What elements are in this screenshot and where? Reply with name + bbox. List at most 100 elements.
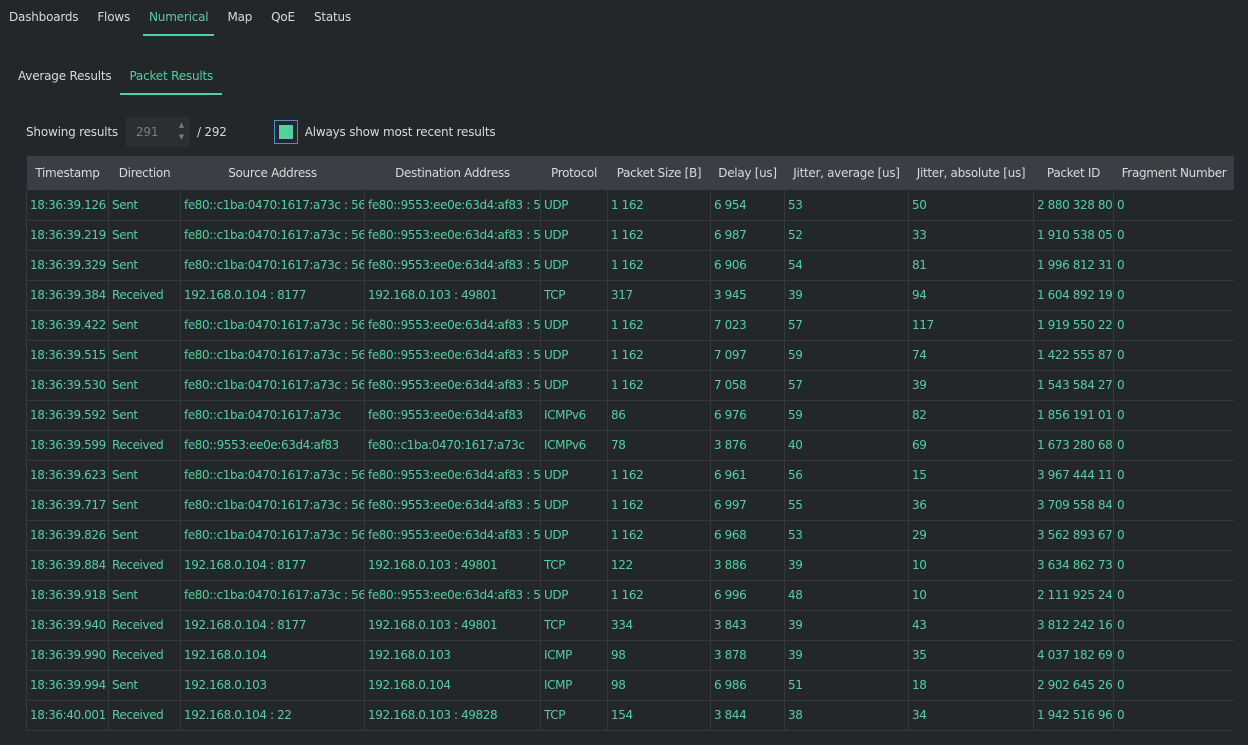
cell-packet-id: 1 942 516 962: [1033, 699, 1114, 731]
column-header-jitter-average[interactable]: Jitter, average [us]: [784, 156, 909, 190]
cell-fragment-number: 0: [1113, 699, 1234, 731]
table-row[interactable]: 18:36:39.599 Received fe80::9553:ee0e:63d4…: [26, 429, 1234, 461]
table-row[interactable]: 18:36:39.592 Sent fe80::c1ba:0470:1617:a73…: [26, 399, 1234, 431]
table-row[interactable]: 18:36:39.918 Sent fe80::c1ba:0470:1617:a73…: [26, 579, 1234, 611]
cell-delay: 6 906: [710, 249, 785, 281]
table-row[interactable]: 18:36:39.219 Sent fe80::c1ba:0470:1617:a73…: [26, 219, 1234, 251]
cell-destination-address: fe80::9553:ee0e:63d4:af83 : 5201: [364, 489, 541, 521]
table-row[interactable]: 18:36:39.940 Received 192.168.0.104 : 8177…: [26, 609, 1234, 641]
spin-up-icon[interactable]: ▲: [179, 119, 184, 131]
cell-packet-size: 1 162: [607, 249, 711, 281]
cell-jitter-average: 39: [784, 609, 909, 641]
table-row[interactable]: 18:36:39.623 Sent fe80::c1ba:0470:1617:a73…: [26, 459, 1234, 491]
cell-source-address: fe80::c1ba:0470:1617:a73c : 56761: [180, 459, 365, 491]
cell-direction: Sent: [108, 489, 181, 521]
table-row[interactable]: 18:36:39.329 Sent fe80::c1ba:0470:1617:a73…: [26, 249, 1234, 281]
tab-qoe[interactable]: QoE: [265, 0, 301, 36]
table-row[interactable]: 18:36:39.515 Sent fe80::c1ba:0470:1617:a73…: [26, 339, 1234, 371]
cell-fragment-number: 0: [1113, 459, 1234, 491]
results-controls: Showing results 291 ▲ ▼ / 292 Always sho…: [26, 117, 496, 147]
tab-packet-results[interactable]: Packet Results: [120, 61, 222, 95]
table-row[interactable]: 18:36:39.384 Received 192.168.0.104 : 8177…: [26, 279, 1234, 311]
cell-direction: Received: [108, 429, 181, 461]
main-nav: Dashboards Flows Numerical Map QoE Statu…: [0, 0, 1248, 36]
tab-numerical[interactable]: Numerical: [143, 0, 215, 36]
cell-direction: Sent: [108, 399, 181, 431]
tab-average-results[interactable]: Average Results: [9, 61, 120, 95]
cell-protocol: ICMP: [540, 639, 608, 671]
cell-direction: Sent: [108, 249, 181, 281]
table-row[interactable]: 18:36:39.826 Sent fe80::c1ba:0470:1617:a73…: [26, 519, 1234, 551]
cell-timestamp: 18:36:39.515: [26, 339, 109, 371]
cell-jitter-average: 51: [784, 669, 909, 701]
cell-source-address: fe80::c1ba:0470:1617:a73c : 56761: [180, 190, 365, 221]
table-row[interactable]: 18:36:39.994 Sent 192.168.0.103 192.168.0.1…: [26, 669, 1234, 701]
column-header-source-address[interactable]: Source Address: [180, 156, 365, 190]
tab-flows[interactable]: Flows: [91, 0, 136, 36]
cell-jitter-average: 55: [784, 489, 909, 521]
tab-dashboards[interactable]: Dashboards: [3, 0, 84, 36]
cell-source-address: fe80::c1ba:0470:1617:a73c : 56761: [180, 309, 365, 341]
table-row[interactable]: 18:36:39.884 Received 192.168.0.104 : 8177…: [26, 549, 1234, 581]
cell-destination-address: fe80::9553:ee0e:63d4:af83 : 5201: [364, 339, 541, 371]
cell-destination-address: 192.168.0.103 : 49828: [364, 699, 541, 731]
always-recent-label[interactable]: Always show most recent results: [305, 125, 496, 139]
cell-fragment-number: 0: [1113, 249, 1234, 281]
cell-packet-size: 334: [607, 609, 711, 641]
spin-down-icon[interactable]: ▼: [179, 131, 184, 143]
cell-delay: 3 844: [710, 699, 785, 731]
cell-delay: 6 996: [710, 579, 785, 611]
table-row[interactable]: 18:36:39.126 Sent fe80::c1ba:0470:1617:a73…: [26, 190, 1234, 221]
cell-jitter-absolute: 33: [908, 219, 1034, 251]
column-header-delay[interactable]: Delay [us]: [710, 156, 785, 190]
cell-source-address: fe80::c1ba:0470:1617:a73c : 56761: [180, 519, 365, 551]
cell-jitter-absolute: 82: [908, 399, 1034, 431]
cell-delay: 6 986: [710, 669, 785, 701]
table-row[interactable]: 18:36:40.001 Received 192.168.0.104 : 22 19…: [26, 699, 1234, 731]
column-header-timestamp[interactable]: Timestamp: [26, 156, 109, 190]
results-spinbox[interactable]: 291 ▲ ▼: [125, 117, 190, 147]
cell-fragment-number: 0: [1113, 219, 1234, 251]
cell-fragment-number: 0: [1113, 489, 1234, 521]
tab-map[interactable]: Map: [221, 0, 258, 36]
cell-jitter-average: 39: [784, 639, 909, 671]
results-subnav: Average Results Packet Results: [9, 61, 222, 95]
column-header-destination-address[interactable]: Destination Address: [364, 156, 541, 190]
cell-direction: Sent: [108, 579, 181, 611]
cell-protocol: TCP: [540, 549, 608, 581]
column-header-fragment-number[interactable]: Fragment Number: [1113, 156, 1234, 190]
results-spinbox-value[interactable]: 291: [126, 125, 170, 139]
cell-timestamp: 18:36:39.994: [26, 669, 109, 701]
always-recent-checkbox[interactable]: [273, 120, 298, 144]
column-header-protocol[interactable]: Protocol: [540, 156, 608, 190]
cell-packet-id: 3 967 444 118: [1033, 459, 1114, 491]
cell-delay: 6 997: [710, 489, 785, 521]
column-header-jitter-absolute[interactable]: Jitter, absolute [us]: [908, 156, 1034, 190]
cell-jitter-absolute: 36: [908, 489, 1034, 521]
cell-delay: 3 945: [710, 279, 785, 311]
table-row[interactable]: 18:36:39.990 Received 192.168.0.104 192.168…: [26, 639, 1234, 671]
cell-packet-id: 1 910 538 051: [1033, 219, 1114, 251]
cell-protocol: UDP: [540, 339, 608, 371]
cell-direction: Sent: [108, 190, 181, 221]
cell-jitter-absolute: 117: [908, 309, 1034, 341]
column-header-direction[interactable]: Direction: [108, 156, 181, 190]
table-row[interactable]: 18:36:39.530 Sent fe80::c1ba:0470:1617:a73…: [26, 369, 1234, 401]
cell-source-address: 192.168.0.104 : 8177: [180, 609, 365, 641]
column-header-packet-size[interactable]: Packet Size [B]: [607, 156, 711, 190]
cell-packet-id: 1 422 555 879: [1033, 339, 1114, 371]
column-header-packet-id[interactable]: Packet ID: [1033, 156, 1114, 190]
table-header-row: Timestamp Direction Source Address Desti…: [26, 156, 1234, 190]
spinbox-arrows[interactable]: ▲ ▼: [179, 119, 184, 143]
cell-jitter-absolute: 81: [908, 249, 1034, 281]
tab-status[interactable]: Status: [308, 0, 357, 36]
cell-timestamp: 18:36:39.530: [26, 369, 109, 401]
table-row[interactable]: 18:36:39.717 Sent fe80::c1ba:0470:1617:a73…: [26, 489, 1234, 521]
cell-fragment-number: 0: [1113, 279, 1234, 311]
cell-source-address: fe80::c1ba:0470:1617:a73c : 56761: [180, 369, 365, 401]
cell-timestamp: 18:36:39.826: [26, 519, 109, 551]
cell-jitter-absolute: 15: [908, 459, 1034, 491]
cell-protocol: TCP: [540, 609, 608, 641]
table-row[interactable]: 18:36:39.422 Sent fe80::c1ba:0470:1617:a73…: [26, 309, 1234, 341]
cell-delay: 6 976: [710, 399, 785, 431]
